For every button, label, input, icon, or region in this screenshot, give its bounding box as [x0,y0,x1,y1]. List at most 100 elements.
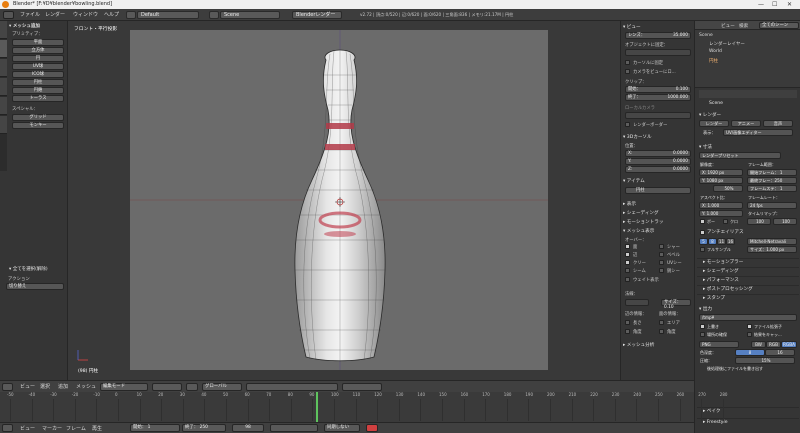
aa-checkbox[interactable] [700,230,705,235]
resolution-percent-field[interactable]: 50% [713,185,743,192]
menu-file[interactable]: ファイル [20,11,40,18]
scene-selector[interactable]: Scene [220,11,280,19]
overlay-uvseam-checkbox[interactable] [659,260,664,265]
mode-dropdown[interactable]: 編集モード [100,383,148,391]
outliner-cylinder-row[interactable]: 円柱 [709,58,718,64]
edge-length-checkbox[interactable] [625,320,630,325]
normals-toggle[interactable] [625,299,649,306]
display-dropdown[interactable]: UV/画像エディター [723,129,793,136]
timeline[interactable]: -50 -40 -30 -20 -10 0 10 20 30 40 50 60 70 80 90 100 110… [0,392,727,422]
minimize-button[interactable]: — [758,0,764,9]
select-menu[interactable]: 選択 [40,383,50,390]
crop-checkbox[interactable] [723,219,728,224]
render-border-checkbox[interactable] [625,122,630,127]
normals-size-field[interactable]: サイズ：0.10 [661,299,691,310]
resolution-x-field[interactable]: X: 1920 px [699,169,743,176]
lock-cursor-checkbox[interactable] [625,60,630,65]
current-frame-field[interactable]: 98 [232,424,264,432]
add-circle-button[interactable]: 円 [12,55,64,62]
pivot-icon[interactable] [186,383,198,391]
extension-checkbox[interactable] [747,324,752,329]
clip-end-field[interactable]: 終了： 1000.000 [625,94,691,101]
color-rgb-button[interactable]: RGB [766,341,781,348]
record-icon[interactable] [366,424,378,432]
snap-buttons[interactable] [342,383,382,391]
full-sample-checkbox[interactable] [700,247,705,252]
add-cone-button[interactable]: 円錐 [12,87,64,94]
current-frame-marker[interactable] [316,392,318,422]
mesh-menu[interactable]: メッシュ [76,383,96,390]
overlay-crease-checkbox[interactable] [625,260,630,265]
tl-marker-menu[interactable]: マーカー [42,425,62,432]
depth-16-button[interactable]: 16 [765,349,795,356]
aa-size-field[interactable]: サイズ：1.000 px [747,246,797,253]
lock-camera-checkbox[interactable] [625,69,630,74]
frame-start-field[interactable]: 開始フレーム： 1 [747,169,797,176]
overlay-face-checkbox[interactable] [625,244,630,249]
output-path-field[interactable]: /tmp¥ [699,314,797,321]
outliner-scene-row[interactable]: Scene [699,33,713,38]
orientation-dropdown[interactable]: グローバル [202,383,242,391]
add-cylinder-button[interactable]: 円柱 [12,79,64,86]
animation-button[interactable]: アニメー [731,120,761,127]
shading-section[interactable]: ▸ シェーディング [697,267,799,275]
face-area-checkbox[interactable] [659,320,664,325]
playback-controls[interactable] [270,424,318,432]
overlay-sharp-checkbox[interactable] [659,244,664,249]
aa-header[interactable]: アンチエイリアス [707,229,744,235]
action-dropdown[interactable]: 切り替え [6,283,64,290]
start-frame-field[interactable]: 開始： 1 [130,424,180,432]
shading-panel-header[interactable]: ▸ シェーディング [623,210,659,216]
tab-physics[interactable] [0,97,7,115]
tab-create[interactable] [0,40,7,58]
border-checkbox[interactable] [700,219,705,224]
format-dropdown[interactable]: PNG [699,341,739,348]
add-monkey-button[interactable]: モンキー [12,122,64,129]
frame-step-field[interactable]: フレームステ： 1 [747,185,797,192]
aa-filter-dropdown[interactable]: Mitchell-Netravali [747,238,797,245]
clip-start-field[interactable]: 開始： 0.100 [625,86,691,93]
outliner-filter[interactable]: 全てのシーン [759,22,799,29]
tab-tools[interactable] [0,21,7,39]
edge-angle-checkbox[interactable] [625,329,630,334]
render-preset-dropdown[interactable]: レンダープリセット [699,152,781,159]
outliner-renderlayer-row[interactable]: レンダーレイヤー [709,41,745,47]
aspect-x-field[interactable]: X: 1.000 [699,202,743,209]
add-torus-button[interactable]: トーラス [12,95,64,102]
lens-field[interactable]: レンズ： 35.000 [625,32,691,39]
motion-panel-header[interactable]: ▸ モーショントラッ [623,219,663,225]
3d-viewport[interactable]: フロント・平行投影 (98) 円柱 [68,21,620,380]
layout-selector[interactable]: Default [137,11,199,19]
close-button[interactable]: ✕ [787,0,792,9]
tab-grease[interactable] [0,116,7,134]
audio-button[interactable]: 音声 [763,120,793,127]
motion-blur-section[interactable]: ▸ モーションブラー [697,258,799,266]
mesh-analysis-header[interactable]: ▸ メッシュ分析 [623,342,654,348]
overlay-bevel-checkbox[interactable] [659,252,664,257]
sync-dropdown[interactable]: 同期しない [324,424,360,432]
placeholder-checkbox[interactable] [700,332,705,337]
cursor-z-field[interactable]: Z: 0.0000 [625,166,691,173]
compression-field[interactable]: 15% [735,357,795,364]
cursor-y-field[interactable]: Y: 0.0000 [625,158,691,165]
item-panel-header[interactable]: ▾ アイテム [623,178,645,184]
timeline-editor-type[interactable] [2,424,13,432]
bake-section[interactable]: ▸ ベイク [697,407,799,415]
cursor-x-field[interactable]: X: 0.0000 [625,150,691,157]
overwrite-checkbox[interactable] [700,324,705,329]
post-processing-section[interactable]: ▸ ポストプロセッシング [697,285,799,293]
item-name-field[interactable]: 円柱 [625,187,691,194]
aa-sample-5[interactable]: 5 [699,238,708,245]
view-menu[interactable]: ビュー [20,383,35,390]
layout-icon[interactable] [126,11,136,19]
dimensions-header[interactable]: ▾ 寸法 [699,144,712,150]
add-icosphere-button[interactable]: ICO球 [12,71,64,78]
output-header[interactable]: ▾ 出力 [699,306,712,312]
color-rgba-button[interactable]: RGBA [781,341,797,348]
render-engine-selector[interactable]: Blenderレンダー [292,11,342,19]
aa-sample-16[interactable]: 16 [726,238,735,245]
color-bw-button[interactable]: BW [751,341,766,348]
end-frame-field[interactable]: 終了： 250 [182,424,226,432]
depth-8-button[interactable]: 8 [735,349,765,356]
outliner-view-menu[interactable]: ビュー [721,23,735,29]
